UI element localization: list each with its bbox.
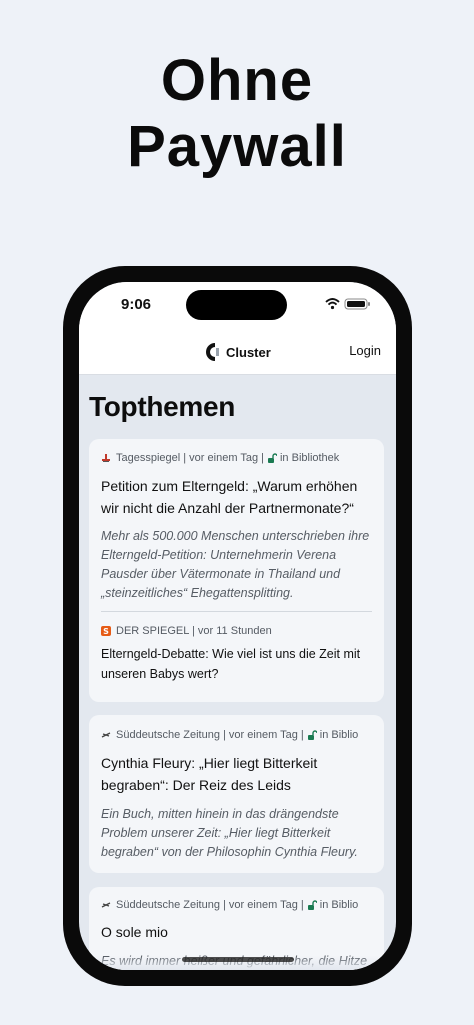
article-source-text: Süddeutsche Zeitung | vor einem Tag | xyxy=(116,899,304,911)
article-library-text: in Bibliothek xyxy=(279,452,340,464)
related-title[interactable]: Elterngeld-Debatte: Wie viel ist uns die… xyxy=(101,644,372,684)
brand[interactable]: Cluster xyxy=(205,342,271,362)
promo-line-2: Paywall xyxy=(127,114,347,179)
article-source-text: Tagesspiegel | vor einem Tag | xyxy=(116,452,264,464)
status-time: 9:06 xyxy=(121,296,152,313)
unlock-icon xyxy=(307,730,317,740)
battery-icon xyxy=(344,298,370,310)
article-title[interactable]: Petition zum Elterngeld: „Warum erhöhen … xyxy=(101,475,372,519)
unlock-icon xyxy=(267,453,277,463)
wifi-icon xyxy=(325,298,340,310)
brand-name: Cluster xyxy=(226,344,271,360)
phone-screen: 9:06 Cluster Login Topthemen Tagesspiege… xyxy=(79,282,396,970)
dynamic-island xyxy=(186,290,287,320)
feed[interactable]: Topthemen Tagesspiegel | vor einem Tag | xyxy=(79,375,396,970)
app-navbar: Cluster Login xyxy=(79,330,396,375)
article-title[interactable]: O sole mio xyxy=(101,921,372,943)
system-icons xyxy=(325,297,373,311)
phone-frame: 9:06 Cluster Login Topthemen Tagesspiege… xyxy=(63,266,412,986)
article-source-text: Süddeutsche Zeitung | vor einem Tag | xyxy=(116,729,304,741)
status-bar: 9:06 xyxy=(79,282,396,330)
sz-icon xyxy=(101,732,111,738)
promo-headline: Ohne Paywall xyxy=(0,48,474,180)
section-title: Topthemen xyxy=(89,391,236,422)
related-source-text: DER SPIEGEL | vor 11 Stunden xyxy=(116,625,272,637)
article-library-text: in Biblio xyxy=(319,899,359,911)
cluster-logo-icon xyxy=(206,343,219,361)
card-divider xyxy=(101,611,372,612)
promo-line-1: Ohne xyxy=(160,48,314,113)
svg-text:S: S xyxy=(103,627,109,636)
related-source: S DER SPIEGEL | vor 11 Stunden xyxy=(101,624,372,638)
article-card[interactable]: Tagesspiegel | vor einem Tag | in Biblio… xyxy=(89,439,384,702)
article-summary: Mehr als 500.000 Menschen unterschrieben… xyxy=(101,529,370,600)
tagesspiegel-icon xyxy=(102,454,110,462)
login-button[interactable]: Login xyxy=(349,343,381,358)
article-source: Tagesspiegel | vor einem Tag | in Biblio… xyxy=(101,439,372,465)
article-summary: Ein Buch, mitten hinein in das drängends… xyxy=(101,807,358,859)
article-card[interactable]: Süddeutsche Zeitung | vor einem Tag | in… xyxy=(89,715,384,873)
article-source: Süddeutsche Zeitung | vor einem Tag | in… xyxy=(101,887,372,912)
sz-icon xyxy=(101,902,111,908)
spiegel-icon: S xyxy=(101,626,111,636)
article-library-text: in Biblio xyxy=(319,729,359,741)
article-title[interactable]: Cynthia Fleury: „Hier liegt Bitterkeit b… xyxy=(101,752,372,796)
unlock-icon xyxy=(307,900,317,910)
home-indicator[interactable] xyxy=(182,957,294,962)
article-source: Süddeutsche Zeitung | vor einem Tag | in… xyxy=(101,715,372,742)
